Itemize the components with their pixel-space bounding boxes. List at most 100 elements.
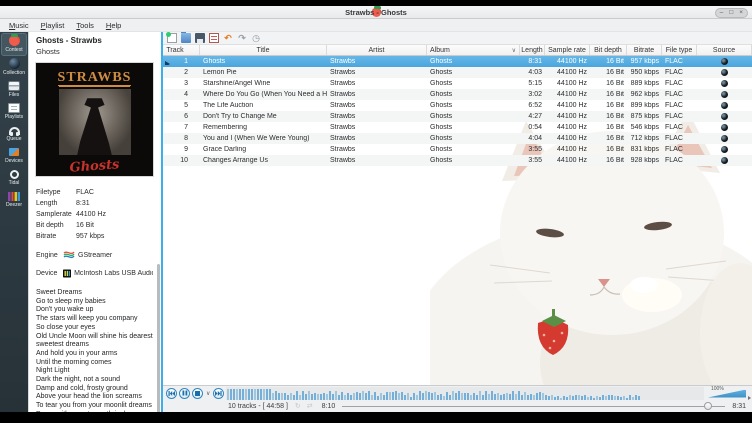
cell: 44100 Hz — [545, 113, 590, 120]
cell: 44100 Hz — [545, 124, 590, 131]
playlists-icon — [8, 103, 20, 113]
close-button[interactable]: × — [739, 9, 743, 17]
context-scrollbar[interactable] — [157, 264, 160, 412]
undo-icon[interactable]: ↶ — [223, 33, 233, 43]
sidebar-item-collection[interactable]: Collection — [1, 56, 27, 79]
stop-options-chevron-icon[interactable]: ∨ — [206, 390, 210, 397]
titlebar: Strawbs - Ghosts –□ × — [0, 6, 752, 19]
cell: 957 kbps — [627, 58, 662, 65]
cell: 16 Bit — [590, 69, 627, 76]
sidebar-item-queue[interactable]: Queue — [1, 123, 27, 145]
lyrics-line: Damp and cold, frosty ground — [36, 385, 153, 394]
cell-source — [697, 146, 752, 153]
column-header-bitrate[interactable]: Bitrate — [627, 45, 662, 55]
cell: 16 Bit — [590, 124, 627, 131]
info-row: Length8:31 — [36, 198, 153, 209]
sidebar-item-label: Devices — [5, 158, 23, 164]
menu-playlist[interactable]: Playlist — [36, 20, 70, 31]
table-row[interactable]: 2Lemon PieStrawbsGhosts4:0344100 Hz16 Bi… — [163, 67, 752, 78]
column-header-album[interactable]: Album∨ — [427, 45, 520, 55]
column-header-artist[interactable]: Artist — [327, 45, 427, 55]
sidebar-item-files[interactable]: Files — [1, 79, 27, 101]
table-row[interactable]: 3Starshine/Angel WineStrawbsGhosts5:1544… — [163, 78, 752, 89]
cell: FLAC — [662, 157, 697, 164]
table-row[interactable]: 4Where Do You Go (When You Need a Hole t… — [163, 89, 752, 100]
cell: 3:55 — [520, 146, 545, 153]
column-header-bit-depth[interactable]: Bit depth — [590, 45, 627, 55]
minimize-button[interactable]: – — [720, 9, 724, 17]
table-row[interactable]: 6Don't Try to Change MeStrawbsGhosts4:27… — [163, 111, 752, 122]
cell: Ghosts — [427, 157, 520, 164]
album-art-band-name: STRAWBS — [58, 70, 132, 86]
cell: Grace Darling — [200, 146, 327, 153]
cell-source — [697, 113, 752, 120]
cell-source — [697, 157, 752, 164]
cell-source — [697, 58, 752, 65]
sidebar-item-devices[interactable]: Devices — [1, 145, 27, 167]
seek-track — [342, 406, 725, 407]
table-row[interactable]: 1GhostsStrawbsGhosts8:3144100 Hz16 Bit95… — [163, 56, 752, 67]
now-playing-title: Ghosts - Strawbs — [36, 36, 153, 45]
edit-playlist-icon[interactable] — [209, 33, 219, 43]
now-playing-album: Ghosts — [36, 47, 153, 56]
cell: 831 kbps — [627, 146, 662, 153]
track-info-list: FiletypeFLACLength8:31Samplerate44100 Hz… — [36, 187, 153, 242]
table-header: TrackTitleArtistAlbum∨LengthSample rateB… — [163, 45, 752, 56]
menu-music[interactable]: Music — [4, 20, 34, 31]
menu-tools[interactable]: Tools — [71, 20, 99, 31]
column-header-file-type[interactable]: File type — [662, 45, 697, 55]
cell: You and I (When We Were Young) — [200, 135, 327, 142]
cell: Ghosts — [427, 69, 520, 76]
lyrics-line: To tear you from your moonlit dreams — [36, 402, 153, 411]
sidebar-item-context[interactable]: Context — [1, 33, 27, 56]
sidebar-item-deezer[interactable]: Deezer — [1, 189, 27, 211]
column-header-track[interactable]: Track — [163, 45, 200, 55]
previous-button[interactable] — [166, 388, 177, 399]
playback-history-icon[interactable]: ◷ — [251, 33, 261, 43]
cell: Changes Arrange Us — [200, 157, 327, 164]
cell: 44100 Hz — [545, 58, 590, 65]
table-row[interactable]: 9Grace DarlingStrawbsGhosts3:5544100 Hz1… — [163, 144, 752, 155]
cell: 44100 Hz — [545, 91, 590, 98]
collection-icon — [9, 58, 20, 69]
source-disc-icon — [721, 91, 728, 98]
menubar: MusicPlaylistToolsHelp — [0, 19, 752, 32]
cell: 16 Bit — [590, 58, 627, 65]
total-time: 8:31 — [732, 403, 746, 410]
table-row[interactable]: 5The Life AuctionStrawbsGhosts6:5244100 … — [163, 100, 752, 111]
maximize-button[interactable]: □ — [729, 9, 733, 17]
cell: FLAC — [662, 113, 697, 120]
waveform-seekbar[interactable] — [226, 387, 704, 400]
sidebar-item-tidal[interactable]: Tidal — [1, 167, 27, 189]
source-disc-icon — [721, 113, 728, 120]
column-header-sample-rate[interactable]: Sample rate — [545, 45, 590, 55]
repeat-shuffle-icons[interactable]: ↻ ⇄ — [295, 402, 315, 410]
new-playlist-icon[interactable] — [167, 33, 177, 43]
sidebar-item-playlists[interactable]: Playlists — [1, 101, 27, 123]
menu-help[interactable]: Help — [101, 20, 126, 31]
open-playlist-icon[interactable] — [181, 33, 191, 43]
seek-slider[interactable] — [342, 400, 725, 412]
right-column: ↶ ↷ ◷ TrackTitleArtistAlbum∨LengthSample r… — [163, 32, 752, 412]
column-header-source[interactable]: Source — [697, 45, 752, 55]
pause-button[interactable] — [179, 388, 190, 399]
stop-button[interactable] — [192, 388, 203, 399]
column-header-title[interactable]: Title — [200, 45, 327, 55]
table-row[interactable]: 8You and I (When We Were Young)StrawbsGh… — [163, 133, 752, 144]
volume-control[interactable]: 100% — [708, 387, 750, 400]
window-title: Strawbs - Ghosts — [0, 8, 752, 17]
album-art-photo — [59, 89, 131, 155]
mcintosh-icon — [63, 268, 71, 279]
next-button[interactable] — [213, 388, 224, 399]
save-playlist-icon[interactable] — [195, 33, 205, 43]
column-header-length[interactable]: Length — [520, 45, 545, 55]
cell: 9 — [163, 146, 200, 153]
table-row[interactable]: 10Changes Arrange UsStrawbsGhosts3:55441… — [163, 155, 752, 166]
cell: Ghosts — [427, 80, 520, 87]
redo-icon[interactable]: ↷ — [237, 33, 247, 43]
engine-label: Engine — [36, 252, 60, 259]
lyrics-line: Don't you wake up — [36, 306, 153, 315]
devices-icon — [8, 147, 20, 157]
table-row[interactable]: 7RememberingStrawbsGhosts0:5444100 Hz16 … — [163, 122, 752, 133]
seek-handle[interactable] — [704, 402, 712, 410]
